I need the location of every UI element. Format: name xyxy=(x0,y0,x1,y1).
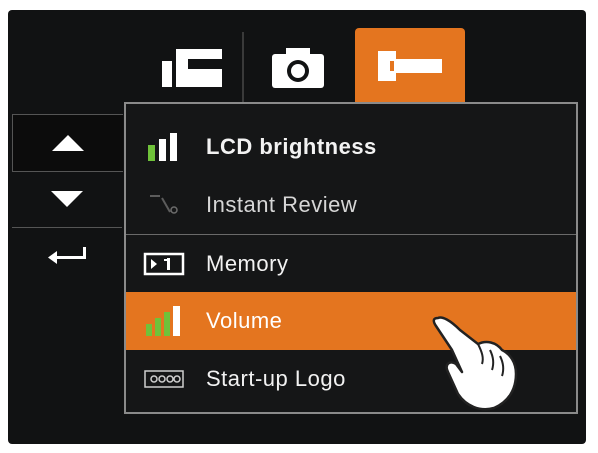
camera-icon xyxy=(272,48,324,88)
arrow-down-icon xyxy=(51,191,83,207)
menu-item-label: LCD brightness xyxy=(206,134,377,159)
nav-enter-button[interactable] xyxy=(12,228,122,284)
volume-bars-icon xyxy=(146,306,180,336)
wrench-icon xyxy=(378,51,442,81)
menu-item-label: Instant Review xyxy=(206,192,358,217)
tab-photo[interactable] xyxy=(248,32,348,102)
pointing-hand-icon xyxy=(432,316,518,411)
menu-item-label: Memory xyxy=(206,251,289,276)
navigation-column xyxy=(12,114,124,286)
arrow-up-icon xyxy=(52,135,84,151)
enter-return-icon xyxy=(48,247,86,264)
settings-menu: LCD brightness Instant Review Memory Vol… xyxy=(124,102,578,414)
nav-up-button[interactable] xyxy=(12,114,123,172)
memory-card-icon xyxy=(143,252,185,276)
tab-video[interactable] xyxy=(142,32,244,102)
review-1s-icon xyxy=(150,195,178,214)
nav-down-button[interactable] xyxy=(12,171,122,228)
brightness-bars-icon xyxy=(148,133,177,161)
menu-item-label: Volume xyxy=(206,308,283,333)
menu-item-label: Start-up Logo xyxy=(206,366,346,391)
menu-item-lcd-brightness[interactable]: LCD brightness xyxy=(126,118,576,176)
logo-icon xyxy=(144,370,184,388)
menu-item-memory[interactable]: Memory xyxy=(126,234,576,293)
video-mode-icon xyxy=(162,49,222,87)
menu-item-instant-review[interactable]: Instant Review xyxy=(126,176,576,234)
tab-setup[interactable] xyxy=(355,28,465,104)
camera-screen: LCD brightness Instant Review Memory Vol… xyxy=(8,10,586,444)
